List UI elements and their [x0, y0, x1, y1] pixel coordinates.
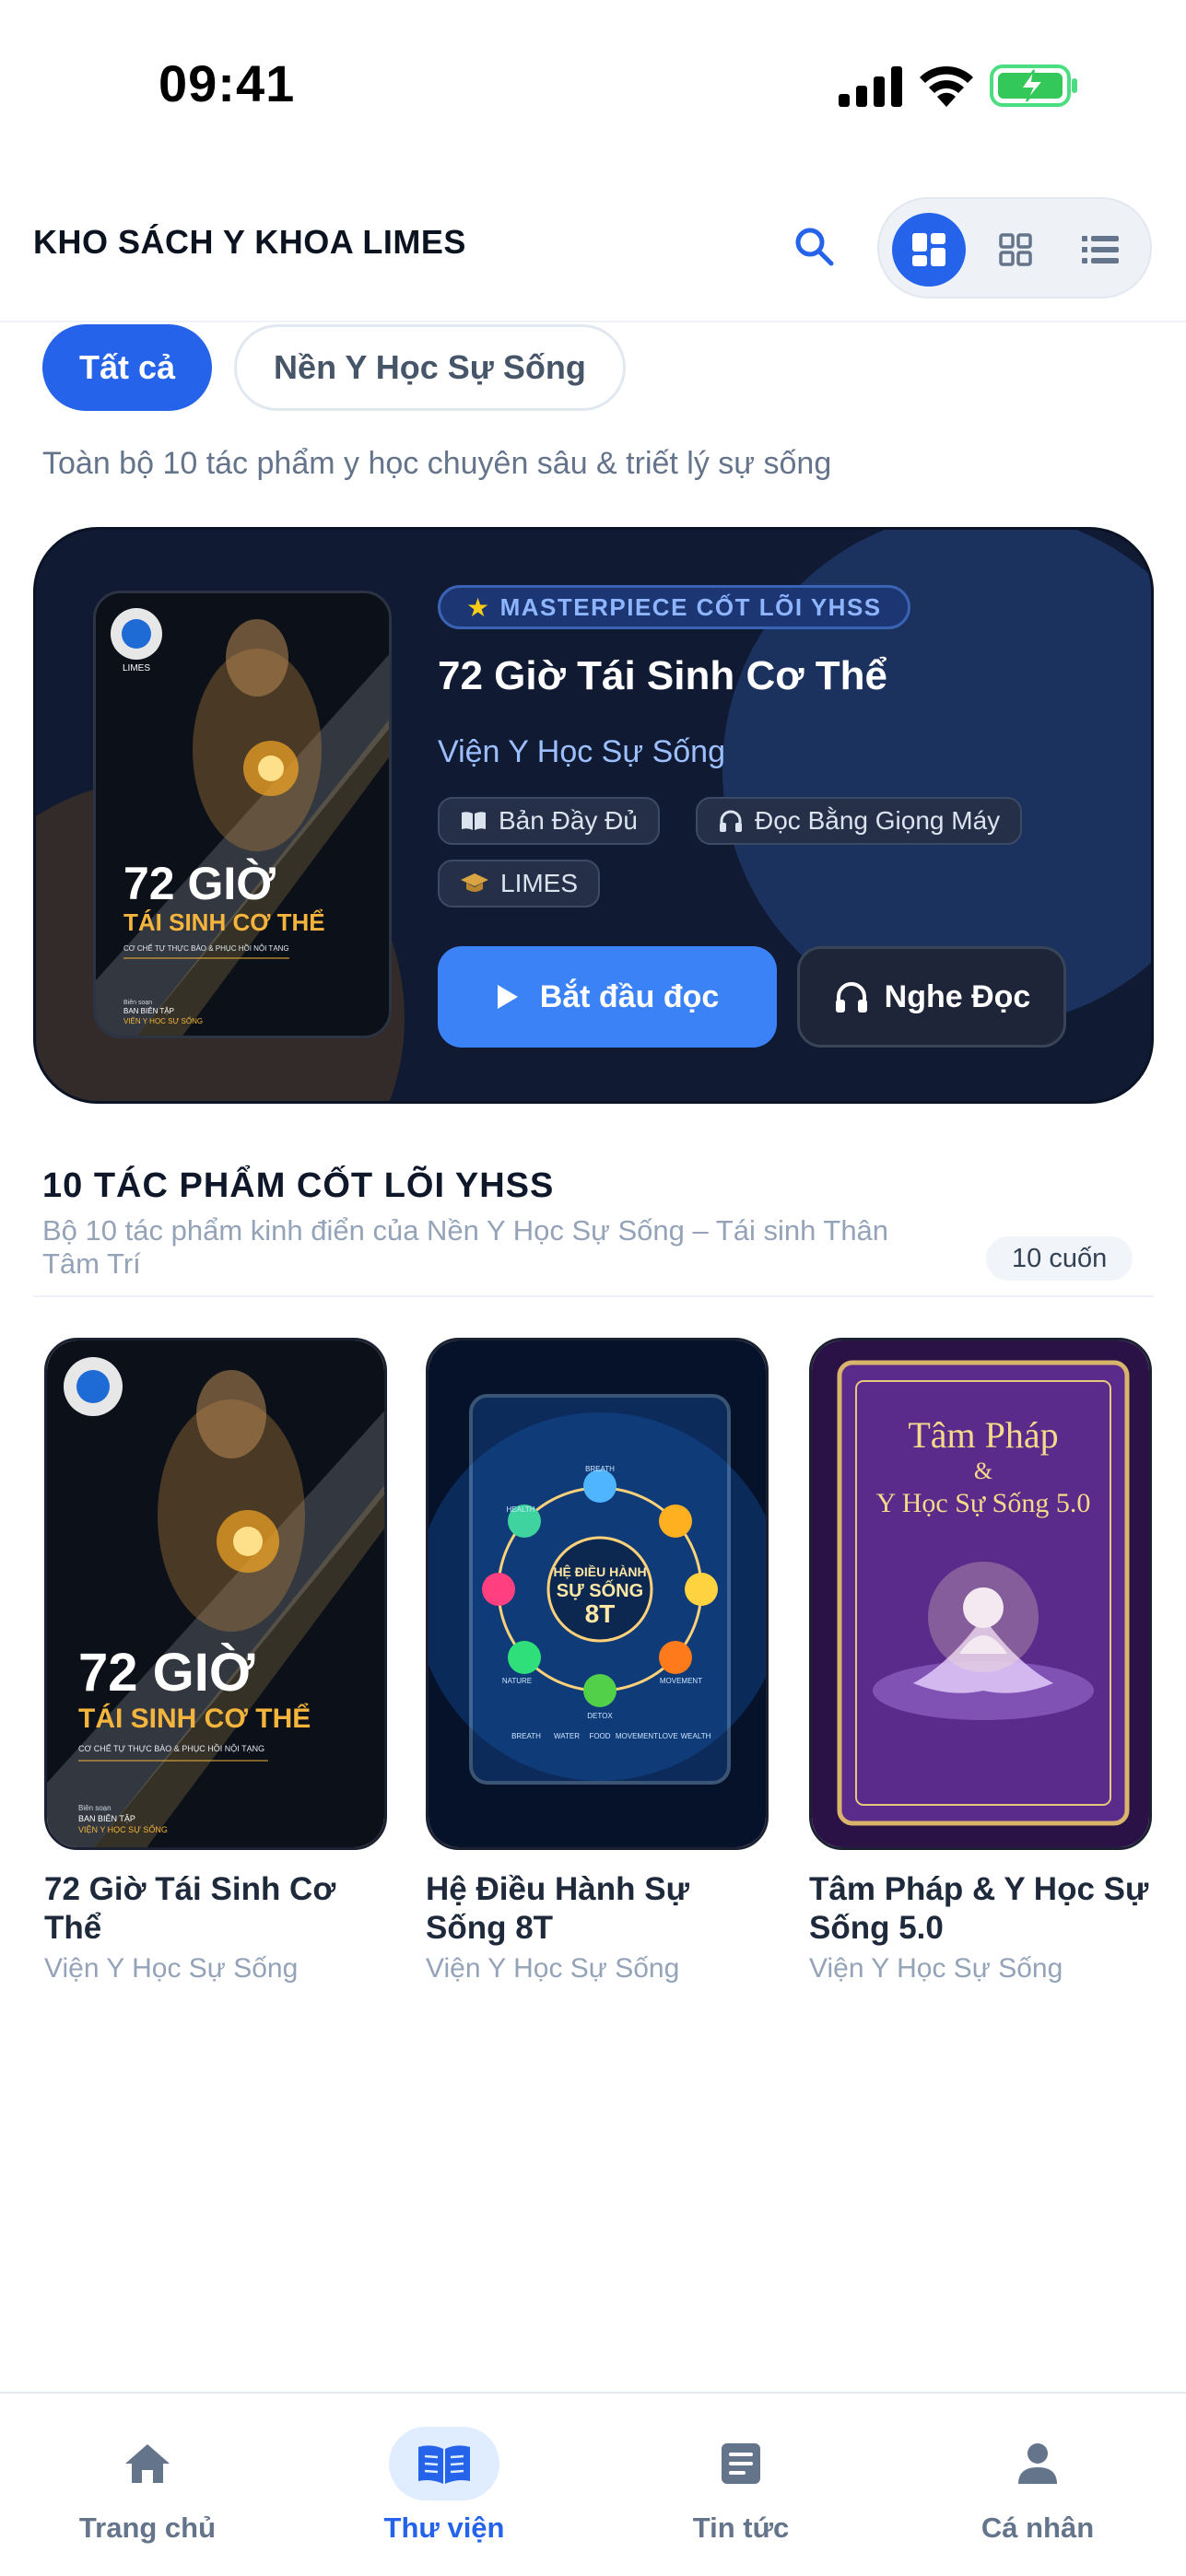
view-mode-toggle: [877, 197, 1152, 299]
list-icon: [1082, 236, 1119, 263]
app-header: KHO SÁCH Y KHOA LIMES: [0, 175, 1186, 322]
start-reading-button[interactable]: Bắt đầu đọc: [438, 946, 777, 1048]
book-card[interactable]: HỆ ĐIỀU HÀNH SỰ SỐNG 8T BREATH HEALTH NA…: [426, 1338, 769, 1985]
tag-tts: Đọc Bằng Giọng Máy: [696, 797, 1023, 845]
cover-title-line3: 8T: [585, 1599, 616, 1628]
book-title[interactable]: Tâm Pháp & Y Học Sự Sống 5.0: [809, 1870, 1152, 1948]
play-icon: [497, 985, 518, 1009]
cover-title-line1: Tâm Pháp: [908, 1414, 1058, 1456]
view-dashboard-button[interactable]: [892, 213, 966, 287]
cover-title-line2: &: [974, 1458, 992, 1484]
cover-word: FOOD: [589, 1732, 610, 1740]
cover-title-line2: TÁI SINH CƠ THỂ: [123, 908, 325, 936]
person-icon: [982, 2427, 1093, 2500]
tag-limes: LIMES: [438, 860, 601, 907]
featured-book-cover[interactable]: LIMES 72 GIỜ TÁI SINH CƠ THỂ CƠ CHẾ TỰ T…: [93, 591, 392, 1038]
masterpiece-badge: ★ MASTERPIECE CỐT LÕI YHSS: [438, 585, 910, 629]
cover-word: MOVEMENT: [660, 1677, 702, 1685]
view-grid-button[interactable]: [979, 213, 1052, 287]
search-button[interactable]: [785, 217, 842, 275]
book-title[interactable]: 72 Giờ Tái Sinh Cơ Thể: [44, 1870, 387, 1948]
cover-editor-line2: VIỆN Y HỌC SỰ SỐNG: [78, 1824, 168, 1834]
book-cover[interactable]: 72 GIỜ TÁI SINH CƠ THỂ CƠ CHẾ TỰ THỰC BÀ…: [44, 1338, 387, 1850]
battery-charging-icon: [990, 64, 1077, 107]
headphones-icon: [720, 810, 742, 832]
cover-title-line2: SỰ SỐNG: [557, 1579, 643, 1601]
cover-word: MOVEMENT: [616, 1732, 658, 1740]
headphones-icon: [835, 982, 867, 1013]
cover-title-line1: HỆ ĐIỀU HÀNH: [553, 1563, 646, 1579]
article-icon: [686, 2427, 796, 2500]
book-author: Viện Y Học Sự Sống: [426, 1953, 680, 1984]
book-cover[interactable]: HỆ ĐIỀU HÀNH SỰ SỐNG 8T BREATH HEALTH NA…: [426, 1338, 769, 1850]
dashboard-icon: [912, 233, 945, 266]
book-card[interactable]: Tâm Pháp & Y Học Sự Sống 5.0 Tâm Pháp & …: [809, 1338, 1152, 1985]
cover-art: Tâm Pháp & Y Học Sự Sống 5.0: [812, 1341, 1149, 1847]
cover-logo-text: LIMES: [123, 663, 150, 673]
cover-art: LIMES 72 GIỜ TÁI SINH CƠ THỂ CƠ CHẾ TỰ T…: [96, 593, 389, 1036]
category-filter: Tất cả Nền Y Học Sự Sống: [42, 324, 626, 413]
section-divider: [33, 1295, 1154, 1297]
cover-word: BREATH: [511, 1732, 541, 1740]
cover-editor-label: Biên soạn: [123, 1000, 152, 1006]
cover-title-line1: 72 GIỜ: [78, 1643, 255, 1703]
book-author: Viện Y Học Sự Sống: [809, 1953, 1063, 1984]
cover-title-line3: Y Học Sự Sống 5.0: [876, 1488, 1091, 1518]
grid-icon: [999, 233, 1032, 266]
book-author: Viện Y Học Sự Sống: [44, 1953, 299, 1984]
featured-title: 72 Giờ Tái Sinh Cơ Thể: [438, 653, 887, 698]
section-title: 10 TÁC PHẨM CỐT LÕI YHSS: [42, 1166, 555, 1205]
tab-home[interactable]: Trang chủ: [46, 2427, 249, 2545]
section-description: Bộ 10 tác phẩm kinh điển của Nền Y Học S…: [42, 1214, 889, 1280]
chip-nen-y-hoc-su-song[interactable]: Nền Y Học Sự Sống: [234, 324, 626, 411]
search-icon: [795, 228, 834, 266]
book-card[interactable]: 72 GIỜ TÁI SINH CƠ THỂ CƠ CHẾ TỰ THỰC BÀ…: [44, 1338, 387, 1985]
cover-art: HỆ ĐIỀU HÀNH SỰ SỐNG 8T BREATH HEALTH NA…: [429, 1341, 766, 1847]
library-screen: 09:41 KHO SÁCH Y KHOA LIMES Tất cả Nền Y…: [0, 0, 1186, 2576]
cover-title-line2: TÁI SINH CƠ THỂ: [78, 1703, 311, 1734]
cover-word: WATER: [554, 1732, 580, 1740]
cover-word: DETOX: [587, 1712, 613, 1720]
cover-word: NATURE: [502, 1677, 532, 1685]
graduation-cap-icon: [461, 873, 488, 892]
view-list-button[interactable]: [1063, 213, 1137, 287]
cover-editor-line2: VIỆN Y HỌC SỰ SỐNG: [123, 1016, 203, 1025]
featured-book-card[interactable]: LIMES 72 GIỜ TÁI SINH CƠ THỂ CƠ CHẾ TỰ T…: [33, 527, 1154, 1104]
badge-label: MASTERPIECE CỐT LÕI YHSS: [499, 592, 882, 621]
bottom-tab-bar: Trang chủ Thư viện Tin tức Cá nhân: [0, 2392, 1186, 2576]
listen-button[interactable]: Nghe Đọc: [797, 946, 1066, 1048]
cover-word: BREATH: [585, 1465, 615, 1473]
book-count-badge: 10 cuốn: [986, 1236, 1133, 1281]
library-subtitle: Toàn bộ 10 tác phẩm y học chuyên sâu & t…: [42, 446, 832, 481]
cover-editor-label: Biên soạn: [78, 1804, 112, 1812]
book-cover[interactable]: Tâm Pháp & Y Học Sự Sống 5.0: [809, 1338, 1152, 1850]
cover-art: 72 GIỜ TÁI SINH CƠ THỂ CƠ CHẾ TỰ THỰC BÀ…: [47, 1341, 384, 1847]
home-icon: [92, 2427, 203, 2500]
cover-tagline: CƠ CHẾ TỰ THỰC BÀO & PHỤC HỒI NỘI TẠNG: [123, 943, 289, 953]
status-time: 09:41: [159, 54, 296, 112]
cover-tagline: CƠ CHẾ TỰ THỰC BÀO & PHỤC HỒI NỘI TẠNG: [78, 1743, 264, 1753]
book-icon: [462, 812, 486, 830]
tag-full-edition: Bản Đầy Đủ: [438, 797, 660, 845]
page-title: KHO SÁCH Y KHOA LIMES: [33, 223, 466, 261]
cover-editor-line1: BAN BIÊN TẬP: [123, 1007, 174, 1015]
star-icon: ★: [466, 592, 491, 622]
cover-editor-line1: BAN BIÊN TẬP: [78, 1814, 135, 1823]
status-bar: 09:41: [0, 0, 1186, 175]
book-open-icon: [389, 2427, 499, 2500]
cover-word: HEALTH: [507, 1505, 535, 1514]
chip-all[interactable]: Tất cả: [42, 324, 213, 411]
tab-library[interactable]: Thư viện: [343, 2427, 546, 2545]
book-title[interactable]: Hệ Điều Hành Sự Sống 8T: [426, 1870, 769, 1948]
cover-word: WEALTH: [681, 1732, 711, 1740]
tab-profile[interactable]: Cá nhân: [936, 2427, 1139, 2545]
featured-author: Viện Y Học Sự Sống: [438, 734, 725, 769]
wifi-icon: [920, 65, 973, 107]
cover-title-line1: 72 GIỜ: [123, 858, 276, 909]
tab-news[interactable]: Tin tức: [640, 2427, 842, 2545]
cellular-signal-icon: [839, 66, 902, 107]
cover-word: LOVE: [658, 1732, 677, 1740]
